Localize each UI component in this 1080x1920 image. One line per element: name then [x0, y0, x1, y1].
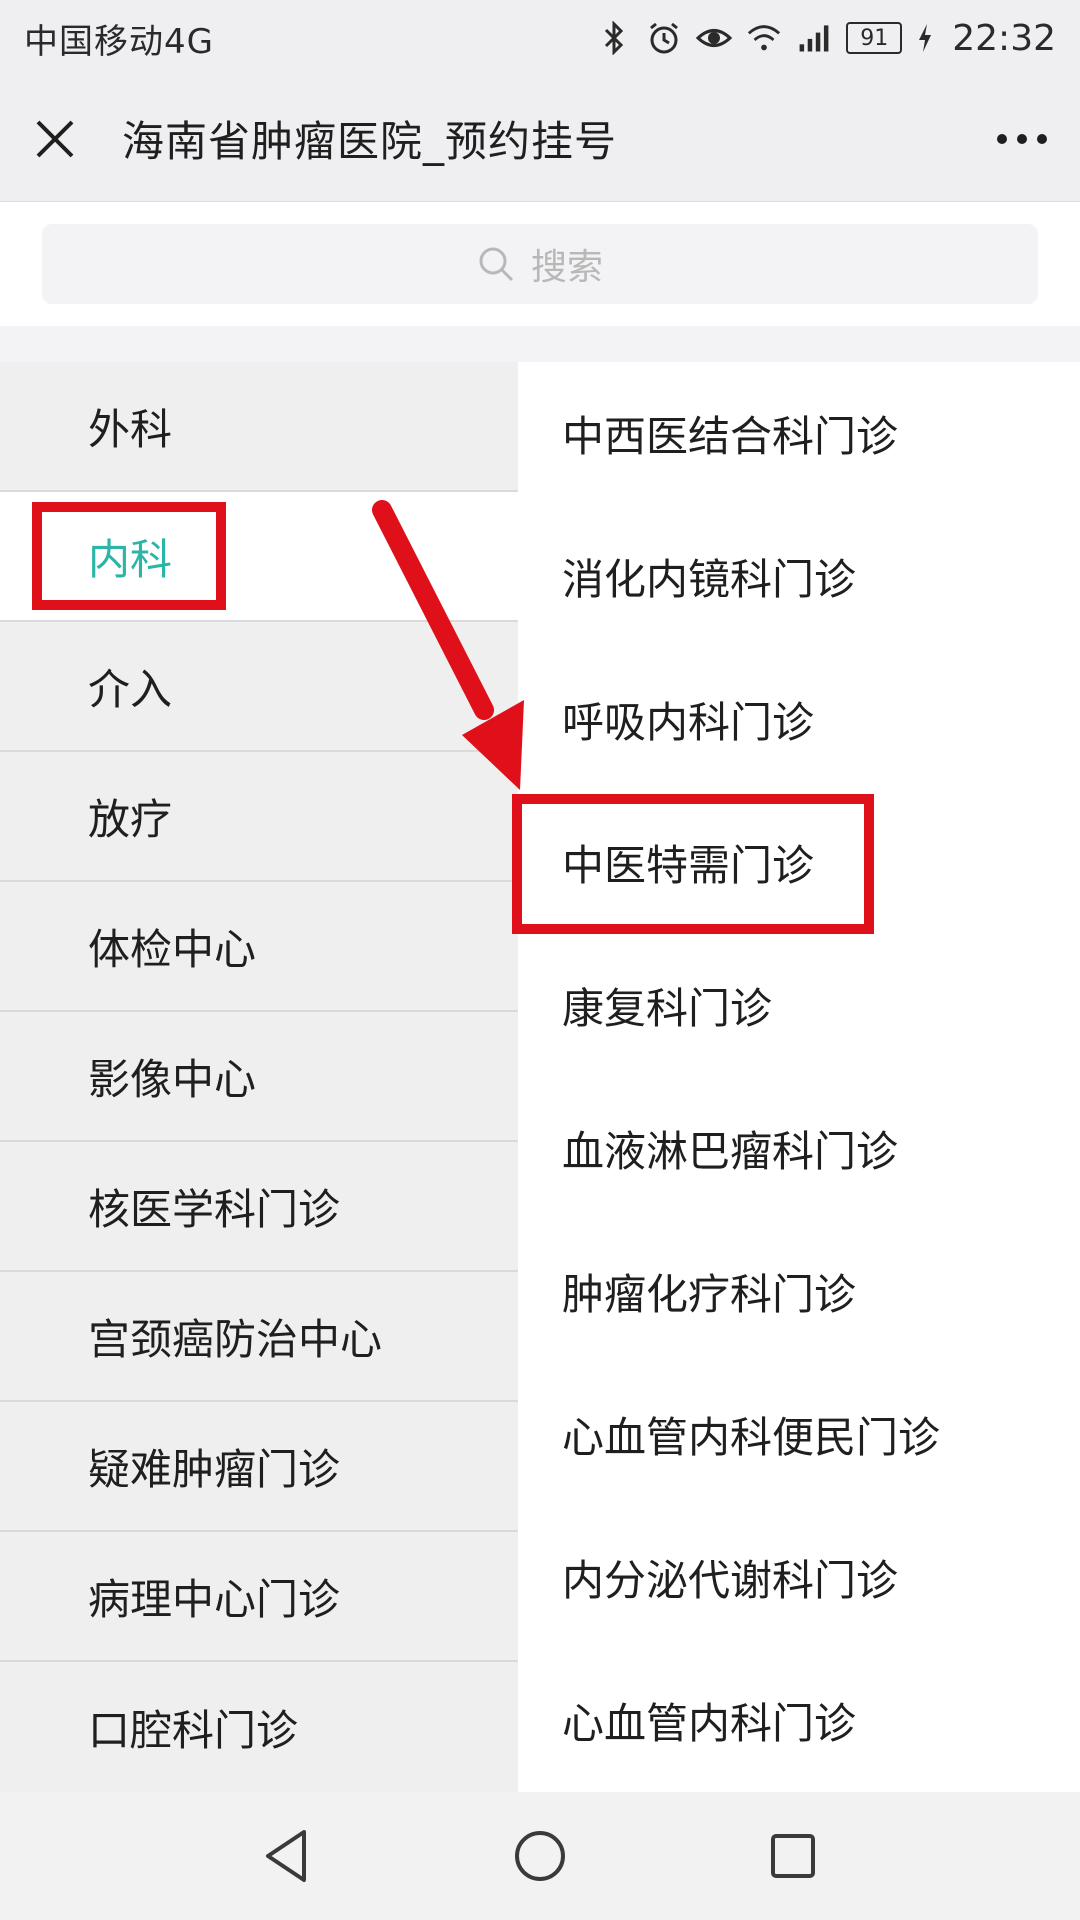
category-list: 外科 内科 介入 放疗 体检中心 影像中心 核医学科门诊 宫颈癌防治中心 疑难肿… — [0, 362, 518, 1792]
category-item-imaging[interactable]: 影像中心 — [0, 1012, 518, 1142]
home-button[interactable] — [500, 1816, 580, 1896]
department-item[interactable]: 内分泌代谢科门诊 — [518, 1506, 1080, 1649]
recents-button[interactable] — [753, 1816, 833, 1896]
category-item-nuclear-medicine[interactable]: 核医学科门诊 — [0, 1142, 518, 1272]
page-title: 海南省肿瘤医院_预约挂号 — [122, 117, 618, 166]
category-item-surgery[interactable]: 外科 — [0, 362, 518, 492]
signal-icon — [796, 20, 832, 56]
category-item-stomatology[interactable]: 口腔科门诊 — [0, 1662, 518, 1792]
department-item[interactable]: 中西医结合科门诊 — [518, 362, 1080, 505]
category-item-interventional[interactable]: 介入 — [0, 622, 518, 752]
search-input[interactable]: 搜索 — [42, 224, 1038, 304]
search-icon — [479, 247, 514, 282]
search-placeholder: 搜索 — [530, 247, 603, 288]
alarm-icon — [646, 20, 682, 56]
carrier-label: 中国移动4G — [24, 21, 214, 62]
recents-square-icon — [771, 1834, 816, 1878]
department-item[interactable]: 心血管内科便民门诊 — [518, 1363, 1080, 1506]
charging-icon — [916, 20, 934, 56]
more-icon — [997, 133, 1047, 144]
department-item[interactable]: 康复科门诊 — [518, 934, 1080, 1077]
status-icons: 91 22:32 — [596, 18, 1056, 59]
search-section: 搜索 — [0, 202, 1080, 326]
category-item-cervical-cancer[interactable]: 宫颈癌防治中心 — [0, 1272, 518, 1402]
eye-icon — [696, 20, 733, 56]
more-menu-button[interactable] — [992, 109, 1052, 169]
bluetooth-icon — [596, 20, 632, 56]
back-triangle-icon — [265, 1830, 306, 1882]
department-selector: 外科 内科 介入 放疗 体检中心 影像中心 核医学科门诊 宫颈癌防治中心 疑难肿… — [0, 362, 1080, 1792]
status-time: 22:32 — [952, 17, 1056, 59]
category-item-pathology[interactable]: 病理中心门诊 — [0, 1532, 518, 1662]
back-button[interactable] — [247, 1816, 327, 1896]
department-item[interactable]: 心血管内科门诊 — [518, 1649, 1080, 1792]
close-icon — [36, 120, 74, 157]
title-bar: 海南省肿瘤医院_预约挂号 — [0, 76, 1080, 202]
department-list: 中西医结合科门诊 消化内镜科门诊 呼吸内科门诊 中医特需门诊 康复科门诊 血液淋… — [518, 362, 1080, 1792]
status-bar: 中国移动4G 91 22:32 — [0, 0, 1080, 76]
battery-level: 91 — [846, 22, 903, 54]
category-item-radiotherapy[interactable]: 放疗 — [0, 752, 518, 882]
department-item[interactable]: 肿瘤化疗科门诊 — [518, 1220, 1080, 1363]
category-item-physical-exam[interactable]: 体检中心 — [0, 882, 518, 1012]
category-item-difficult-tumor[interactable]: 疑难肿瘤门诊 — [0, 1402, 518, 1532]
category-item-internal-medicine[interactable]: 内科 — [0, 492, 518, 622]
system-nav-bar — [0, 1792, 1080, 1920]
home-circle-icon — [514, 1831, 565, 1881]
wifi-icon — [746, 20, 782, 56]
department-item[interactable]: 呼吸内科门诊 — [518, 648, 1080, 791]
close-button[interactable] — [28, 112, 82, 166]
department-item[interactable]: 消化内镜科门诊 — [518, 505, 1080, 648]
section-divider — [0, 326, 1080, 362]
department-item-highlighted[interactable]: 中医特需门诊 — [518, 791, 1080, 934]
department-item[interactable]: 血液淋巴瘤科门诊 — [518, 1077, 1080, 1220]
